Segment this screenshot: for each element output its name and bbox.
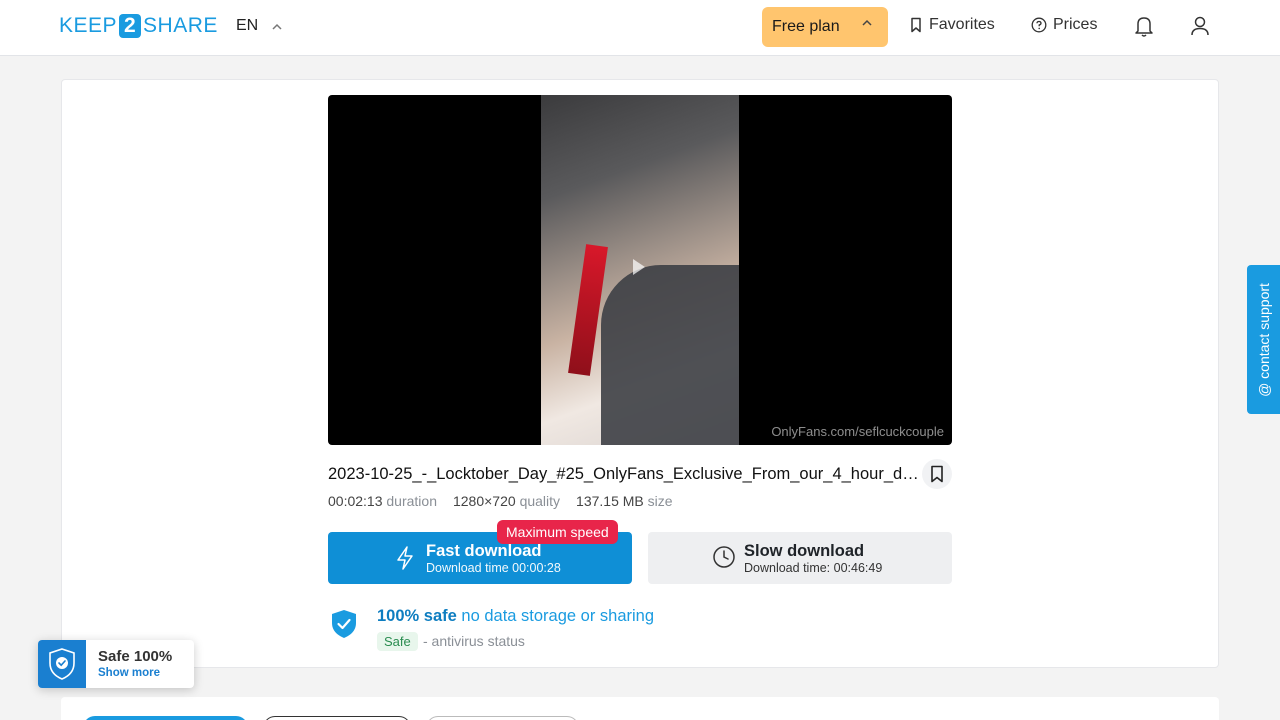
duration-meta: 00:02:13 duration: [328, 493, 437, 509]
file-meta: 00:02:13 duration 1280×720 quality 137.1…: [328, 493, 673, 509]
safe-widget[interactable]: Safe 100% Show more: [38, 640, 194, 688]
logo-text-left: KEEP: [59, 14, 118, 37]
quality-value: 1280×720: [452, 493, 516, 509]
add-to-favorites-button[interactable]: [922, 459, 952, 489]
favorites-link[interactable]: Favorites: [909, 16, 995, 34]
maximum-speed-badge: Maximum speed: [497, 520, 618, 544]
safe-widget-icon-block: [38, 640, 86, 688]
chevron-up-icon: [862, 19, 872, 26]
language-selector[interactable]: EN: [236, 17, 282, 35]
duration-value: 00:02:13: [328, 493, 383, 509]
keep2share-logo[interactable]: KEEP 2 SHARE: [59, 14, 218, 38]
top-navigation-bar: KEEP 2 SHARE EN Free plan Favorites Prices: [0, 0, 1280, 56]
safe-widget-title: Safe 100%: [98, 648, 173, 665]
fast-download-time: Download time 00:00:28: [426, 561, 561, 575]
duration-label: duration: [386, 493, 437, 509]
prices-link[interactable]: Prices: [1031, 16, 1097, 34]
clock-icon: [713, 546, 735, 568]
bookmark-icon: [911, 17, 921, 33]
quality-label: quality: [519, 493, 561, 509]
tab-pill[interactable]: [263, 716, 411, 720]
slow-download-button[interactable]: Slow download Download time: 00:46:49: [648, 532, 952, 584]
slow-download-time: Download time: 00:46:49: [744, 561, 883, 575]
size-label: size: [647, 493, 673, 509]
safety-statement: 100% safe no data storage or sharing: [377, 607, 654, 626]
contact-support-label: @ contact support: [1255, 282, 1272, 397]
bolt-icon: [397, 546, 413, 570]
shield-check-icon: [332, 610, 356, 638]
prices-label: Prices: [1053, 16, 1098, 33]
safety-text: no data storage or sharing: [461, 607, 655, 625]
help-circle-icon: [1031, 17, 1047, 33]
user-icon: [1191, 16, 1209, 36]
free-plan-button[interactable]: Free plan: [762, 7, 888, 47]
file-title: 2023-10-25_-_Locktober_Day_#25_OnlyFans_…: [328, 465, 923, 483]
video-frame: [541, 95, 739, 445]
antivirus-status-badge: Safe: [377, 632, 418, 651]
bell-icon: [1135, 17, 1153, 37]
bookmark-icon: [931, 465, 943, 483]
fast-download-title: Fast download: [426, 542, 542, 560]
size-meta: 137.15 MB size: [576, 493, 673, 509]
slow-download-title: Slow download: [744, 542, 865, 560]
plan-label: Free plan: [772, 18, 840, 35]
shield-check-icon: [49, 648, 75, 680]
favorites-label: Favorites: [929, 16, 995, 33]
show-more-link[interactable]: Show more: [98, 667, 160, 679]
language-label: EN: [236, 17, 259, 34]
video-shade: [601, 265, 739, 445]
logo-text-right: SHARE: [143, 14, 218, 37]
size-value: 137.15 MB: [576, 493, 644, 509]
contact-support-tab[interactable]: @ contact support: [1247, 265, 1280, 414]
logo-text-mid: 2: [119, 14, 142, 38]
account-button[interactable]: [1189, 14, 1211, 43]
video-preview[interactable]: OnlyFans.com/seflcuckcouple: [328, 95, 952, 445]
quality-meta: 1280×720 quality: [453, 493, 560, 509]
safety-bold: 100% safe: [377, 607, 457, 625]
notifications-button[interactable]: [1133, 14, 1155, 43]
antivirus-status-text: - antivirus status: [423, 633, 525, 649]
tab-pill[interactable]: [426, 716, 579, 720]
tab-pill-active[interactable]: [83, 716, 248, 720]
chevron-up-icon: [272, 23, 282, 30]
video-watermark: OnlyFans.com/seflcuckcouple: [771, 424, 944, 439]
play-icon: [633, 259, 645, 275]
